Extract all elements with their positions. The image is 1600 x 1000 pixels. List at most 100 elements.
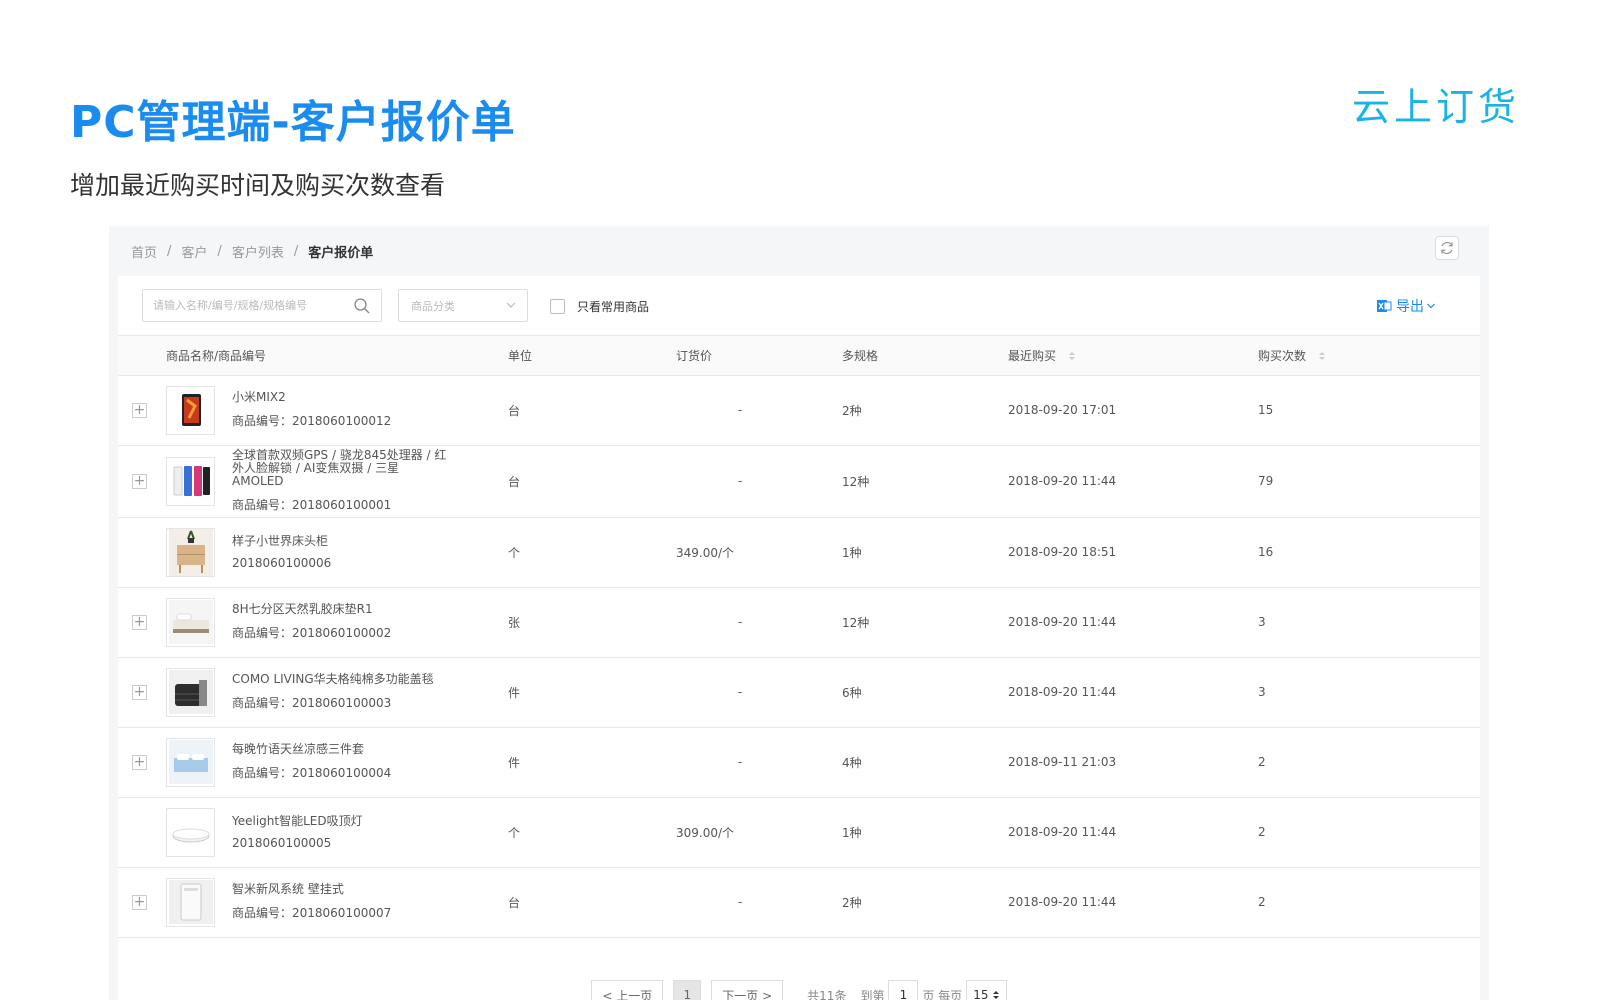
table-row[interactable]: + COMO LIVING华夫格纯棉多功能盖毯 商品编号：2018060100003… xyxy=(118,657,1480,727)
breadcrumb: 首页 / 客户 / 客户列表 / 客户报价单 xyxy=(109,226,1489,276)
product-code: 商品编号：2018060100012 xyxy=(232,414,392,428)
recent-purchase-cell: 2018-09-20 11:44 xyxy=(1008,825,1117,839)
expand-button[interactable]: + xyxy=(132,473,147,489)
table-row[interactable]: + 全球首款双频GPS / 骁龙845处理器 / 红外人脸解锁 / AI变焦双摄 … xyxy=(118,445,1480,517)
expand-cell: + xyxy=(118,445,166,517)
export-button[interactable]: 导出 xyxy=(1376,296,1436,316)
chevron-down-icon xyxy=(1427,303,1435,309)
slide-title: PC管理端-客户报价单 xyxy=(70,97,516,148)
spec-cell: 12种 xyxy=(842,474,870,489)
recent-purchase-cell: 2018-09-20 17:01 xyxy=(1008,403,1117,417)
spec-cell: 2种 xyxy=(842,403,862,418)
product-cell: Yeelight智能LED吸顶灯 2018060100005 xyxy=(166,797,508,867)
spec-cell: 1种 xyxy=(842,545,862,560)
breadcrumb-customer-list[interactable]: 客户列表 xyxy=(232,242,284,261)
product-code: 商品编号：2018060100001 xyxy=(232,498,392,512)
recent-purchase-cell: 2018-09-20 11:44 xyxy=(1008,895,1117,909)
unit-cell: 台 xyxy=(508,895,521,910)
header-expand xyxy=(118,336,166,375)
only-common-label: 只看常用商品 xyxy=(577,300,650,314)
table-row[interactable]: + 每晚竹语天丝凉感三件套 商品编号：2018060100004 件 -4种 2018-0… xyxy=(118,727,1480,797)
expand-cell: + xyxy=(118,727,166,797)
header-name: 商品名称/商品编号 xyxy=(166,348,267,363)
category-select[interactable]: 商品分类 xyxy=(398,289,528,322)
expand-button[interactable]: + xyxy=(132,754,147,770)
search-box[interactable] xyxy=(142,289,382,322)
price-cell: - xyxy=(738,685,743,699)
purchase-count-cell: 2 xyxy=(1258,755,1266,769)
breadcrumb-separator: / xyxy=(293,243,299,259)
spec-cell: 12种 xyxy=(842,615,870,630)
sort-icon[interactable] xyxy=(1068,350,1076,362)
purchase-count-cell: 16 xyxy=(1258,545,1274,559)
breadcrumb-customer[interactable]: 客户 xyxy=(181,242,207,261)
prev-page-button[interactable]: < 上一页 xyxy=(591,980,664,1000)
only-common-checkbox[interactable] xyxy=(550,299,565,314)
expand-button[interactable]: + xyxy=(132,402,147,418)
purchase-count-cell: 2 xyxy=(1258,825,1266,839)
breadcrumb-home[interactable]: 首页 xyxy=(131,242,157,261)
page-size-value: 15 xyxy=(973,988,989,1000)
header-spec: 多规格 xyxy=(842,348,879,363)
product-cell: 小米MIX2 商品编号：2018060100012 xyxy=(166,375,508,445)
table-row[interactable]: + 小米MIX2 商品编号：2018060100012 台 - 2种 2018-09-20 … xyxy=(118,375,1480,445)
excel-icon xyxy=(1377,300,1392,312)
plus-icon: + xyxy=(133,473,146,489)
expand-cell xyxy=(118,517,166,587)
price-cell: - xyxy=(738,403,743,417)
price-cell: - xyxy=(738,755,743,769)
recent-purchase-cell: 2018-09-20 11:44 xyxy=(1008,615,1117,629)
product-name: 小米MIX2 xyxy=(232,390,286,404)
product-thumbnail xyxy=(166,597,215,647)
table-row[interactable]: + 智米新风系统 壁挂式 商品编号：2018060100007 台 -2种 2018-09… xyxy=(118,867,1480,937)
product-cell: 每晚竹语天丝凉感三件套 商品编号：2018060100004 xyxy=(166,727,508,797)
search-input[interactable] xyxy=(153,299,343,312)
current-page[interactable]: 1 xyxy=(673,980,702,1000)
table-row[interactable]: +8H七分区天然乳胶床垫R1 商品编号：2018060100002 张 - 12种 201… xyxy=(118,587,1480,657)
expand-cell: + xyxy=(118,867,166,937)
plus-icon: + xyxy=(133,402,146,418)
recent-purchase-cell: 2018-09-20 18:51 xyxy=(1008,545,1117,559)
purchase-count-cell: 3 xyxy=(1258,685,1266,699)
plus-icon: + xyxy=(133,614,146,630)
spec-cell: 6种 xyxy=(842,685,862,700)
recent-purchase-cell: 2018-09-20 11:44 xyxy=(1008,474,1117,488)
header-count[interactable]: 购买次数 xyxy=(1258,336,1480,375)
product-code: 2018060100005 xyxy=(232,835,332,850)
content-panel: 商品分类 只看常用商品 导出 xyxy=(118,276,1480,1000)
expand-button[interactable]: + xyxy=(132,684,147,700)
product-name: 智米新风系统 壁挂式 xyxy=(232,882,344,896)
next-page-button[interactable]: 下一页 > xyxy=(711,980,784,1000)
page-size-select[interactable]: 15 xyxy=(966,980,1007,1000)
product-thumbnail xyxy=(166,877,215,927)
table-row[interactable]: 样子小世界床头柜 2018060100006 个 349.00/个 1种 2018-09-… xyxy=(118,517,1480,587)
only-common-toggle[interactable]: 只看常用商品 xyxy=(550,298,649,315)
unit-cell: 件 xyxy=(508,755,521,770)
product-cell: 智米新风系统 壁挂式商品编号：2018060100007 xyxy=(166,867,508,937)
sort-icon[interactable] xyxy=(1318,350,1326,362)
breadcrumb-separator: / xyxy=(217,243,222,259)
product-code: 商品编号：2018060100007 xyxy=(232,906,392,920)
table-row[interactable]: Yeelight智能LED吸顶灯 2018060100005 个 309.00/个 1种… xyxy=(118,797,1480,867)
unit-cell: 个 xyxy=(508,825,521,840)
product-cell: 全球首款双频GPS / 骁龙845处理器 / 红外人脸解锁 / AI变焦双摄 /… xyxy=(166,445,508,517)
header-unit: 单位 xyxy=(508,348,533,363)
product-name: 8H七分区天然乳胶床垫R1 xyxy=(232,602,373,616)
search-icon[interactable] xyxy=(353,297,371,315)
expand-button[interactable]: + xyxy=(132,614,147,630)
recent-purchase-cell: 2018-09-20 11:44 xyxy=(1008,685,1117,699)
header-recent[interactable]: 最近购买 xyxy=(1008,336,1258,375)
purchase-count-cell: 79 xyxy=(1258,474,1274,488)
product-thumbnail xyxy=(166,737,215,787)
purchase-count-cell: 15 xyxy=(1258,403,1274,417)
refresh-button[interactable] xyxy=(1435,236,1459,260)
product-thumbnail xyxy=(166,385,215,435)
price-cell: - xyxy=(738,474,743,488)
goto-label: 到第 xyxy=(860,988,885,1000)
unit-cell: 台 xyxy=(508,403,521,418)
expand-button[interactable]: + xyxy=(132,894,147,910)
header-recent-label: 最近购买 xyxy=(1008,348,1057,363)
goto-page-input[interactable]: 1 xyxy=(888,980,919,1000)
table-header-row: 商品名称/商品编号 单位 订货价 多规格 最近购买 购买次数 xyxy=(118,336,1480,375)
category-placeholder: 商品分类 xyxy=(411,299,455,313)
